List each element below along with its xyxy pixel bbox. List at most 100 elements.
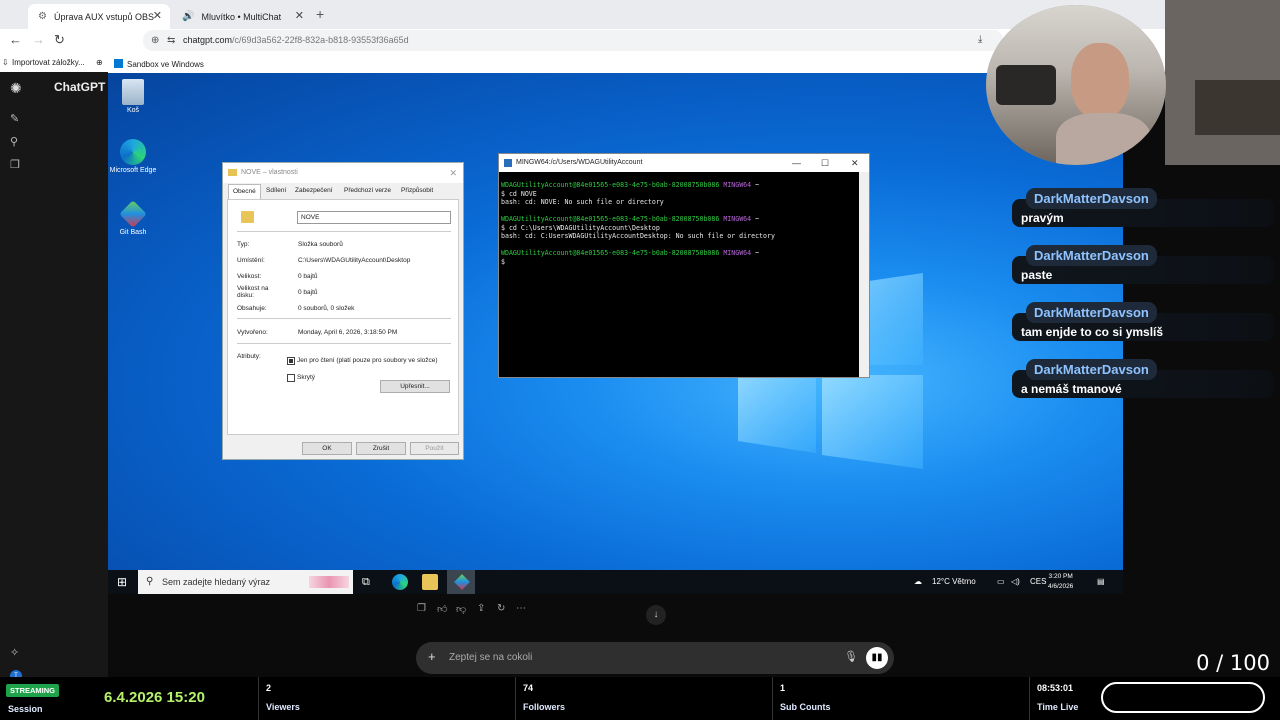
desktop-icon-recycle-bin[interactable]: Koš (108, 79, 158, 114)
close-icon[interactable]: ✕ (295, 9, 304, 22)
file-explorer-icon[interactable] (422, 574, 438, 590)
forward-icon[interactable]: → (32, 32, 45, 47)
viewers-label: Viewers (266, 702, 300, 712)
taskbar-clock[interactable]: 3:20 PM 4/6/2026 (1048, 572, 1073, 592)
weather-text[interactable]: 12°C Větrno (932, 570, 976, 594)
gear-icon: ⚙ (38, 11, 47, 22)
notifications-icon[interactable]: ▤ (1097, 570, 1105, 594)
minimize-icon[interactable]: — (792, 154, 801, 172)
network-icon[interactable]: ▭ (997, 570, 1005, 594)
properties-general-panel: NOVE Typ: Složka souborů Umístění: C:\Us… (227, 199, 459, 435)
readonly-checkbox[interactable] (287, 357, 295, 365)
tab-customize[interactable]: Přizpůsobit (401, 187, 433, 194)
session-block: STREAMING Session 6.4.2026 15:20 (0, 677, 258, 720)
tab-previous-versions[interactable]: Předchozí verze (344, 187, 391, 194)
terminal-scrollbar[interactable] (859, 172, 869, 377)
hidden-checkbox[interactable] (287, 374, 295, 382)
globe-icon[interactable]: ⊕ (96, 53, 103, 72)
scroll-down-button[interactable]: ↓ (646, 605, 666, 625)
chat-message: paste DarkMatterDavson (1012, 245, 1274, 293)
url-path: /c/69d3a562-22f8-832a-b818-93553f36a65d (232, 35, 409, 45)
library-icon[interactable]: ❐ (10, 158, 20, 171)
back-icon[interactable]: ← (9, 32, 22, 47)
time-live-value: 08:53:01 (1037, 683, 1074, 693)
tab-obs-aux[interactable]: ⚙ Úprava AUX vstupů OBS ✕ (28, 4, 170, 29)
chat-message: pravým DarkMatterDavson (1012, 188, 1274, 236)
terminal-prompt-line: WDAGUtilityAccount@84e01565-e083-4e75-b0… (501, 215, 760, 223)
recycle-bin-icon (122, 79, 144, 105)
webcam-feed (986, 5, 1166, 165)
terminal-output-line: bash: cd: NOVE: No such file or director… (501, 198, 664, 206)
bookshelf-image (1195, 80, 1280, 135)
plus-icon[interactable]: + (428, 649, 436, 664)
prompt-input[interactable]: + Zeptej se na cokoli 🎙︎ ▮▮ (416, 642, 894, 674)
openai-logo-icon[interactable]: ✺ (10, 80, 22, 97)
reload-icon[interactable]: ↻ (54, 32, 65, 48)
terminal-title: MINGW64:/c/Users/WDAGUtilityAccount (516, 159, 643, 166)
thumbs-up-icon[interactable]: 👍︎ (437, 603, 447, 615)
divider (772, 677, 773, 720)
attributes-label: Atributy: (237, 353, 261, 360)
thumbs-down-icon[interactable]: 👎︎ (456, 603, 466, 615)
size-value: 0 bajtů (298, 273, 318, 280)
volume-icon[interactable]: ◁) (1011, 570, 1020, 594)
desktop-icon-git-bash[interactable]: Git Bash (108, 200, 158, 236)
maximize-icon[interactable]: ☐ (821, 154, 829, 172)
regenerate-icon[interactable]: ↻ (497, 603, 505, 614)
sandbox-titlebar: Sandbox ve Windows (108, 56, 988, 73)
terminal-prompt-line: WDAGUtilityAccount@84e01565-e083-4e75-b0… (501, 181, 760, 189)
language-indicator[interactable]: CES (1030, 570, 1046, 594)
microphone-icon[interactable]: 🎙︎ (844, 650, 858, 663)
taskbar-search-input[interactable]: ⚲ Sem zadejte hledaný výraz (138, 570, 353, 594)
subs-label: Sub Counts (780, 702, 831, 712)
cancel-button[interactable]: Zrušit (356, 442, 406, 455)
close-icon[interactable]: ✕ (153, 9, 162, 22)
download-icon[interactable]: ⤓ (978, 34, 982, 45)
edge-icon[interactable] (392, 574, 408, 590)
folder-icon (228, 169, 237, 176)
folder-name-input[interactable]: NOVE (297, 211, 451, 224)
tune-icon[interactable]: ⇆ (167, 30, 175, 51)
properties-tabs: Obecné Sdílení Zabezpečení Předchozí ver… (223, 183, 463, 199)
chat-username: DarkMatterDavson (1026, 359, 1157, 380)
session-date: 6.4.2026 15:20 (104, 689, 205, 706)
close-icon[interactable]: ✕ (449, 163, 457, 183)
copy-icon[interactable]: ❐ (417, 603, 426, 614)
close-icon[interactable]: ✕ (851, 154, 859, 172)
readonly-label: Jen pro čtení (platí pouze pro soubory v… (297, 357, 438, 364)
subs-block: 1 Sub Counts (772, 677, 1029, 720)
site-info-icon[interactable]: ⊕ (151, 30, 159, 51)
terminal-output-line: bash: cd: C:UsersWDAGUtilityAccountDeskt… (501, 232, 775, 240)
created-value: Monday, April 6, 2026, 3:18:50 PM (298, 329, 398, 336)
start-icon[interactable]: ⊞ (117, 570, 127, 594)
size-on-disk-label: Velikost na disku: (237, 285, 269, 299)
desktop-icon-label: Git Bash (119, 229, 147, 236)
ok-button[interactable]: OK (302, 442, 352, 455)
task-view-icon[interactable]: ⧉ (362, 570, 370, 594)
location-value: C:\Users\WDAGUtilityAccount\Desktop (298, 257, 411, 264)
tab-sharing[interactable]: Sdílení (266, 187, 286, 194)
followers-block: 74 Followers (515, 677, 772, 720)
more-icon[interactable]: ⋯ (516, 603, 526, 614)
tab-security[interactable]: Zabezpečení (295, 187, 333, 194)
tab-general[interactable]: Obecné (228, 184, 261, 199)
voice-mode-icon[interactable]: ▮▮ (866, 647, 888, 669)
sparkle-icon[interactable]: ✧ (10, 646, 19, 659)
terminal-window[interactable]: MINGW64:/c/Users/WDAGUtilityAccount — ☐ … (498, 153, 870, 378)
search-highlight-image (309, 576, 349, 588)
new-chat-icon[interactable]: ✎ (10, 112, 19, 125)
search-icon[interactable]: ⚲ (10, 135, 18, 148)
chat-message: a nemáš tmanové DarkMatterDavson (1012, 359, 1274, 407)
new-tab-button[interactable]: + (316, 6, 324, 22)
weather-icon[interactable]: ☁ (914, 570, 922, 594)
address-bar[interactable]: ⊕ ⇆ chatgpt.com/c/69d3a562-22f8-832a-b81… (143, 30, 1003, 51)
bookmark-import[interactable]: Importovat záložky... (12, 53, 85, 72)
share-icon[interactable]: ⇪ (477, 603, 485, 614)
chatgpt-title[interactable]: ChatGPT (54, 80, 105, 94)
advanced-button[interactable]: Upřesnit... (380, 380, 450, 393)
folder-icon (241, 211, 254, 223)
apply-button[interactable]: Použít (410, 442, 459, 455)
desktop-icon-edge[interactable]: Microsoft Edge (108, 139, 158, 174)
time-live-label: Time Live (1037, 702, 1079, 712)
tab-multichat[interactable]: 🔊 Mluvítko • MultiChat ✕ (172, 4, 312, 29)
